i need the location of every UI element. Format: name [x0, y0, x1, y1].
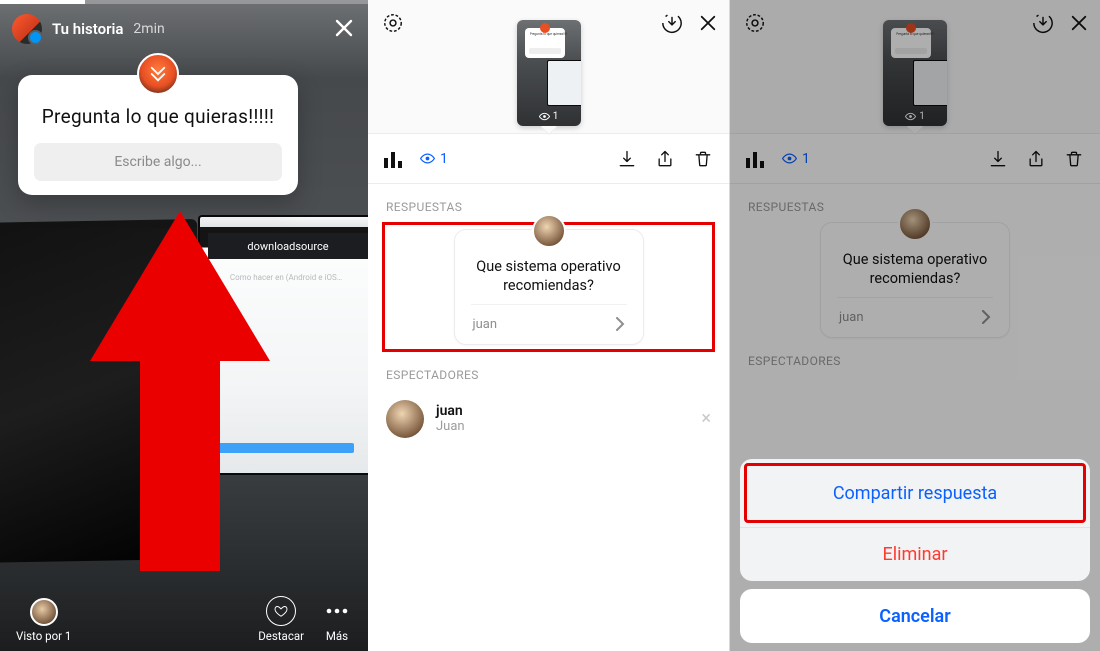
story-thumb[interactable]: Pregunta lo que quieras!!!!! 1	[517, 20, 581, 126]
more-icon	[322, 596, 352, 626]
question-placeholder: Escribe algo...	[114, 154, 201, 170]
story-toolbar: 1	[368, 134, 729, 184]
trash-icon[interactable]	[693, 149, 713, 169]
save-story-icon[interactable]	[661, 12, 683, 34]
highlight-button[interactable]: Destacar	[258, 596, 304, 643]
question-input[interactable]: Escribe algo...	[34, 143, 282, 181]
chevron-right-icon	[615, 317, 625, 331]
share-response-button[interactable]: Compartir respuesta	[747, 466, 1083, 520]
spectator-row[interactable]: juan Juan ×	[368, 390, 729, 448]
response-text: Que sistema operativo recomiendas?	[471, 258, 627, 296]
thumb-views: 1	[517, 111, 581, 122]
viewed-by-label: Visto por 1	[16, 629, 71, 643]
question-sticker[interactable]: Pregunta lo que quieras!!!!! Escribe alg…	[18, 75, 298, 195]
spectators-label: ESPECTADORES	[368, 352, 729, 390]
responder-avatar	[532, 214, 566, 248]
spectator-name: Juan	[436, 419, 465, 434]
story-viewers-pane-action: Pregunta lo que quieras!!!!! 1	[730, 0, 1100, 651]
avatar[interactable]	[12, 14, 42, 44]
story-title: Tu historia	[52, 20, 123, 38]
gear-icon[interactable]	[382, 12, 404, 34]
action-sheet: Compartir respuesta Eliminar Cancelar	[740, 459, 1090, 643]
spectator-avatar	[386, 400, 424, 438]
views-count[interactable]: 1	[420, 151, 448, 167]
cancel-button[interactable]: Cancelar	[740, 589, 1090, 643]
share-icon[interactable]	[655, 149, 675, 169]
responder-username: juan	[473, 317, 498, 332]
story-progress	[0, 0, 368, 4]
heart-icon	[266, 596, 296, 626]
story-viewers-pane: Pregunta lo que quieras!!!!! 1	[368, 0, 730, 651]
stats-icon[interactable]	[384, 150, 402, 168]
annotation-arrow-icon	[80, 211, 280, 571]
close-icon[interactable]	[699, 14, 717, 32]
annotation-redbox: Que sistema operativo recomiendas? juan	[382, 222, 715, 352]
remove-spectator-icon[interactable]: ×	[701, 408, 711, 429]
story-time: 2min	[133, 21, 164, 37]
response-card[interactable]: Que sistema operativo recomiendas? juan	[454, 229, 644, 345]
story-header: Tu historia 2min	[12, 14, 356, 44]
close-icon[interactable]	[330, 14, 358, 42]
viewed-by-button[interactable]: Visto por 1	[16, 598, 71, 643]
annotation-redbox: Compartir respuesta	[744, 463, 1086, 523]
brand-badge-icon	[137, 53, 179, 95]
more-button[interactable]: Más	[322, 596, 352, 643]
delete-response-button[interactable]: Eliminar	[740, 527, 1090, 581]
story-viewers-header: Pregunta lo que quieras!!!!! 1	[368, 0, 729, 134]
viewer-avatar-icon	[30, 598, 58, 626]
download-icon[interactable]	[617, 149, 637, 169]
story-preview-pane: downloadsource Como hacer en (Android e …	[0, 0, 368, 651]
question-text: Pregunta lo que quieras!!!!!	[34, 105, 282, 129]
spectator-username: juan	[436, 403, 465, 419]
